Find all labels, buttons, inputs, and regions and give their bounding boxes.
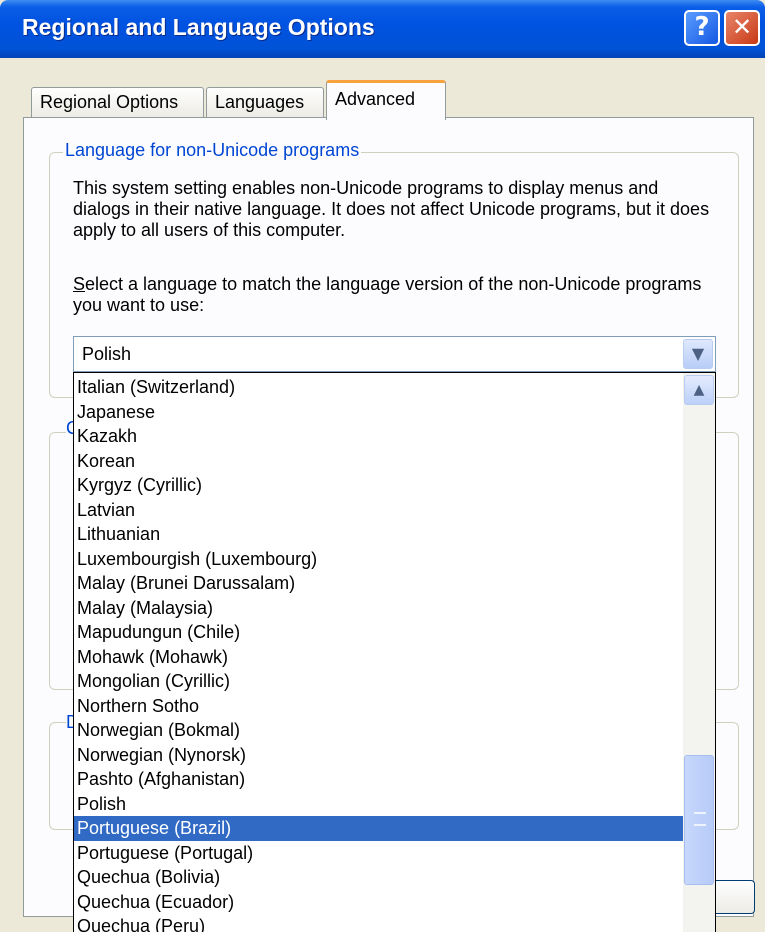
list-item[interactable]: Italian (Switzerland) (74, 375, 684, 400)
tab-advanced[interactable]: Advanced (326, 80, 446, 120)
list-item[interactable]: Mohawk (Mohawk) (74, 645, 684, 670)
section-description: This system setting enables non-Unicode … (73, 178, 710, 240)
list-item[interactable]: Kyrgyz (Cyrillic) (74, 473, 684, 498)
language-prompt: Select a language to match the language … (73, 274, 713, 316)
tab-regional-options[interactable]: Regional Options (31, 87, 204, 117)
list-item[interactable]: Norwegian (Nynorsk) (74, 743, 684, 768)
list-item[interactable]: Polish (74, 792, 684, 817)
list-item[interactable]: Lithuanian (74, 522, 684, 547)
grip-icon (694, 812, 706, 826)
close-button[interactable]: ✕ (724, 10, 760, 46)
list-item[interactable]: Quechua (Ecuador) (74, 890, 684, 915)
list-item[interactable]: Japanese (74, 400, 684, 425)
scrollbar[interactable]: ▲ (683, 373, 715, 932)
language-prompt-text: elect a language to match the language v… (73, 274, 702, 315)
list-item[interactable]: Quechua (Peru) (74, 914, 684, 932)
list-item[interactable]: Norwegian (Bokmal) (74, 718, 684, 743)
list-item[interactable]: Portuguese (Portugal) (74, 841, 684, 866)
language-dropdown-list[interactable]: Italian (Switzerland) Japanese Kazakh Korea… (73, 372, 716, 932)
list-item[interactable]: Pashto (Afghanistan) (74, 767, 684, 792)
list-item[interactable]: Quechua (Bolivia) (74, 865, 684, 890)
list-item[interactable]: Latvian (74, 498, 684, 523)
ok-button[interactable] (715, 880, 755, 914)
window-title: Regional and Language Options (22, 14, 375, 40)
list-item[interactable]: Korean (74, 449, 684, 474)
tab-languages[interactable]: Languages (206, 87, 324, 117)
list-item[interactable]: Mongolian (Cyrillic) (74, 669, 684, 694)
list-item[interactable]: Northern Sotho (74, 694, 684, 719)
language-combobox[interactable]: Polish ▼ (73, 336, 716, 372)
group-non-unicode-title: Language for non-Unicode programs (63, 140, 362, 161)
list-item[interactable]: Luxembourgish (Luxembourg) (74, 547, 684, 572)
title-bar[interactable]: Regional and Language Options ? ✕ (0, 0, 765, 58)
list-item[interactable]: Mapudungun (Chile) (74, 620, 684, 645)
list-item[interactable]: Malay (Malaysia) (74, 596, 684, 621)
combobox-value: Polish (82, 344, 132, 364)
scroll-up-arrow-icon[interactable]: ▲ (684, 375, 714, 405)
scrollbar-thumb[interactable] (684, 755, 714, 885)
list-item[interactable]: Malay (Brunei Darussalam) (74, 571, 684, 596)
access-key: S (73, 274, 86, 294)
language-list[interactable]: Italian (Switzerland) Japanese Kazakh Korea… (74, 375, 684, 932)
list-item[interactable]: Portuguese (Brazil) (74, 816, 684, 841)
help-button[interactable]: ? (684, 10, 720, 46)
list-item[interactable]: Kazakh (74, 424, 684, 449)
chevron-down-icon[interactable]: ▼ (683, 339, 713, 369)
